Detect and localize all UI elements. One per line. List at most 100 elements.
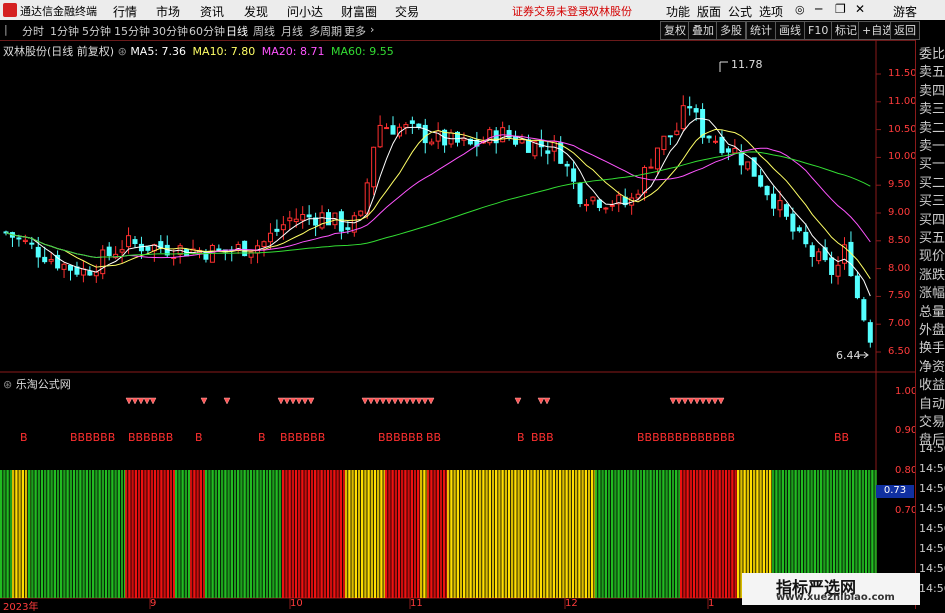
candle-body bbox=[525, 139, 531, 153]
indicator-bar bbox=[530, 470, 533, 598]
indicator-bar bbox=[291, 470, 294, 598]
indicator-bar bbox=[275, 470, 278, 598]
diamond-signal bbox=[283, 397, 291, 405]
indicator-bar bbox=[237, 470, 240, 598]
indicator-bar bbox=[581, 470, 584, 598]
ind-tick-080: 0.80 bbox=[895, 465, 918, 476]
ind-tick-100: 1.00 bbox=[895, 386, 918, 397]
indicator-bar bbox=[456, 470, 459, 598]
ind-tick-070: 0.70 bbox=[895, 505, 918, 516]
x-label-11: 11 bbox=[410, 598, 423, 609]
diamond-signal bbox=[277, 397, 285, 405]
indicator-bar bbox=[475, 470, 479, 598]
indicator-bar bbox=[702, 470, 705, 598]
b-signal: BBBBBB bbox=[378, 431, 424, 444]
price-tick: 8.50 bbox=[888, 234, 911, 246]
price-tick: 7.50 bbox=[888, 290, 911, 302]
candle-body bbox=[390, 125, 396, 135]
indicator-bar bbox=[724, 470, 728, 598]
indicator-bar bbox=[169, 470, 173, 598]
candle-body bbox=[848, 241, 854, 277]
indicator-bar bbox=[131, 470, 134, 598]
indicator-bar bbox=[298, 470, 301, 598]
indicator-bar bbox=[272, 470, 275, 598]
candle-body bbox=[596, 199, 602, 208]
candle-body bbox=[203, 251, 209, 260]
diamond-signal bbox=[391, 397, 399, 405]
indicator-bar bbox=[523, 470, 527, 598]
indicator-bar bbox=[427, 470, 430, 598]
indicator-bar bbox=[391, 470, 394, 598]
candle-body bbox=[564, 163, 570, 167]
indicator-bar bbox=[721, 470, 724, 598]
candle-body bbox=[725, 148, 731, 153]
candle-body bbox=[771, 193, 777, 209]
indicator-bar bbox=[623, 470, 627, 598]
candle-body bbox=[764, 185, 770, 196]
candle-body bbox=[738, 152, 744, 166]
indicator-bar bbox=[323, 470, 326, 598]
candle-body bbox=[654, 147, 660, 170]
candle-body bbox=[306, 214, 312, 218]
b-signal: BBB bbox=[531, 431, 554, 444]
quote-field: 卖五 bbox=[919, 65, 945, 81]
b-signal: BB bbox=[426, 431, 442, 444]
indicator-bar bbox=[227, 470, 230, 598]
indicator-bar bbox=[488, 470, 491, 598]
indicator-bar bbox=[443, 470, 446, 598]
indicator-bar bbox=[79, 470, 82, 598]
indicator-bar bbox=[665, 470, 668, 598]
price-tick: 6.50 bbox=[888, 346, 911, 357]
high-marker bbox=[719, 61, 728, 72]
indicator-bar bbox=[24, 470, 28, 598]
indicator-bar bbox=[249, 470, 253, 598]
diamond-signal bbox=[385, 397, 393, 405]
indicator-bar bbox=[734, 470, 737, 598]
candle-body bbox=[687, 106, 693, 109]
candle-body bbox=[803, 231, 809, 245]
indicator-bar bbox=[659, 470, 662, 598]
indicator-bar bbox=[373, 470, 377, 598]
diamond-signal bbox=[675, 397, 683, 405]
indicator-bar bbox=[256, 470, 259, 598]
diamond-signal bbox=[403, 397, 411, 405]
indicator-bar bbox=[539, 470, 543, 598]
indicator-bar bbox=[288, 470, 291, 598]
indicator-bar bbox=[686, 470, 689, 598]
candle-body bbox=[680, 105, 686, 130]
watermark-url: www.xuezhibiao.com bbox=[776, 592, 895, 603]
b-signal: B bbox=[195, 431, 203, 444]
indicator-bar bbox=[495, 470, 498, 598]
indicator-bar bbox=[95, 470, 98, 598]
indicator-bar bbox=[333, 470, 336, 598]
candle-body bbox=[416, 123, 422, 128]
indicator-bar bbox=[639, 470, 643, 598]
diamond-signal bbox=[379, 397, 387, 405]
indicator-bar bbox=[417, 470, 420, 598]
indicator-bar bbox=[314, 470, 317, 598]
candle-body bbox=[216, 248, 222, 251]
indicator-bar bbox=[662, 470, 665, 598]
indicator-bar bbox=[15, 470, 18, 598]
indicator-bar bbox=[282, 470, 285, 598]
diamond-signal bbox=[427, 397, 435, 405]
price-tick: 9.00 bbox=[888, 207, 911, 218]
candle-body bbox=[409, 120, 415, 124]
indicator-bar bbox=[501, 470, 504, 598]
indicator-bar bbox=[731, 470, 734, 598]
diamond-signal bbox=[409, 397, 417, 405]
indicator-bar bbox=[101, 470, 104, 598]
indicator-bar bbox=[269, 470, 272, 598]
candle-body bbox=[777, 200, 783, 211]
indicator-bar bbox=[578, 470, 581, 598]
chart-canvas[interactable] bbox=[0, 0, 945, 609]
indicator-bar bbox=[294, 470, 298, 598]
indicator-bar bbox=[397, 470, 401, 598]
diamond-signal bbox=[131, 397, 139, 405]
indicator-bar bbox=[175, 470, 178, 598]
indicator-bar bbox=[559, 470, 562, 598]
candle-body bbox=[345, 227, 351, 230]
trade-time: 14:56 bbox=[919, 442, 945, 455]
indicator-bar bbox=[450, 470, 453, 598]
indicator-bar bbox=[196, 470, 199, 598]
